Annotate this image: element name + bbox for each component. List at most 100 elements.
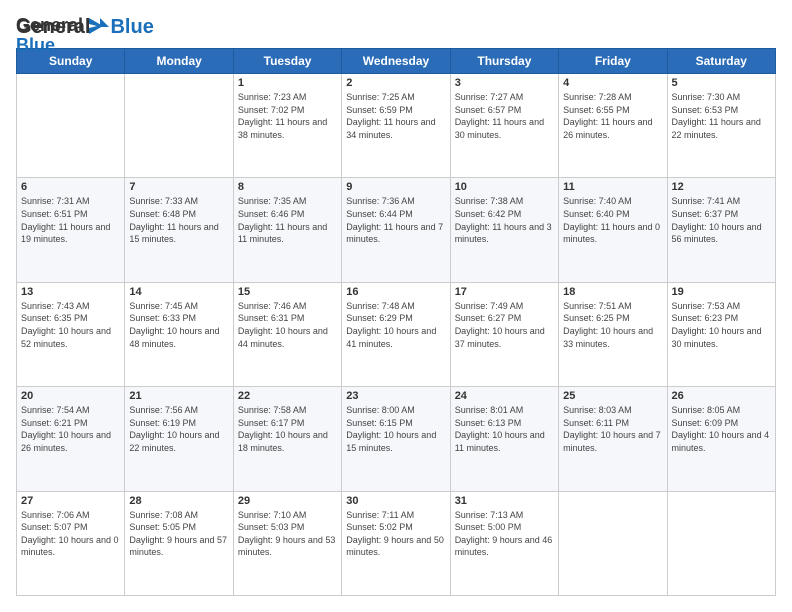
- day-number: 17: [455, 286, 554, 298]
- cell-content: Sunrise: 7:51 AM Sunset: 6:25 PM Dayligh…: [563, 300, 662, 350]
- calendar-cell: 31Sunrise: 7:13 AM Sunset: 5:00 PM Dayli…: [450, 491, 558, 595]
- day-number: 13: [21, 286, 120, 298]
- calendar-cell: 20Sunrise: 7:54 AM Sunset: 6:21 PM Dayli…: [17, 387, 125, 491]
- cell-content: Sunrise: 7:11 AM Sunset: 5:02 PM Dayligh…: [346, 509, 445, 559]
- calendar-cell: 15 Sunrise: 7:46 AM Sunset: 6:31 PM Dayli…: [233, 282, 341, 386]
- weekday-header-tuesday: Tuesday: [233, 49, 341, 74]
- day-number: 16: [346, 286, 445, 298]
- day-number: 2: [346, 77, 445, 89]
- calendar-cell: 30 Sunrise: 7:11 AM Sunset: 5:02 PM Dayli…: [342, 491, 450, 595]
- calendar-cell: 24Sunrise: 8:01 AM Sunset: 6:13 PM Dayli…: [450, 387, 558, 491]
- day-number: 24: [455, 390, 554, 402]
- page: General Blue General Blue SundayMondayTu…: [0, 0, 792, 612]
- weekday-header-wednesday: Wednesday: [342, 49, 450, 74]
- weekday-header-monday: Monday: [125, 49, 233, 74]
- cell-content: Sunrise: 7:30 AM Sunset: 6:53 PM Dayligh…: [672, 91, 771, 141]
- cell-content: Sunrise: 7:27 AM Sunset: 6:57 PM Dayligh…: [455, 91, 554, 141]
- cell-content: Sunrise: 7:54 AM Sunset: 6:21 PM Dayligh…: [21, 404, 120, 454]
- cell-content: Sunrise: 7:43 AM Sunset: 6:35 PM Dayligh…: [21, 300, 120, 350]
- week-row-4: 20Sunrise: 7:54 AM Sunset: 6:21 PM Dayli…: [17, 387, 776, 491]
- day-number: 8: [238, 181, 337, 193]
- logo-arrow-icon: [85, 16, 105, 36]
- calendar-table: SundayMondayTuesdayWednesdayThursdayFrid…: [16, 48, 776, 596]
- day-number: 1: [238, 77, 337, 89]
- calendar-cell: 27 Sunrise: 7:06 AM Sunset: 5:07 PM Dayli…: [17, 491, 125, 595]
- calendar-cell: 2 Sunrise: 7:25 AM Sunset: 6:59 PM Daylig…: [342, 74, 450, 178]
- day-number: 11: [563, 181, 662, 193]
- cell-content: Sunrise: 8:05 AM Sunset: 6:09 PM Dayligh…: [672, 404, 771, 454]
- calendar-cell: 23 Sunrise: 8:00 AM Sunset: 6:15 PM Dayli…: [342, 387, 450, 491]
- cell-content: Sunrise: 8:00 AM Sunset: 6:15 PM Dayligh…: [346, 404, 445, 454]
- calendar-cell: 22Sunrise: 7:58 AM Sunset: 6:17 PM Dayli…: [233, 387, 341, 491]
- weekday-header-saturday: Saturday: [667, 49, 775, 74]
- cell-content: Sunrise: 7:25 AM Sunset: 6:59 PM Dayligh…: [346, 91, 445, 141]
- calendar-cell: 7Sunrise: 7:33 AM Sunset: 6:48 PM Daylig…: [125, 178, 233, 282]
- day-number: 7: [129, 181, 228, 193]
- day-number: 15: [238, 286, 337, 298]
- cell-content: Sunrise: 7:41 AM Sunset: 6:37 PM Dayligh…: [672, 195, 771, 245]
- cell-content: Sunrise: 7:46 AM Sunset: 6:31 PM Dayligh…: [238, 300, 337, 350]
- logo-blue-text: Blue: [16, 36, 105, 56]
- calendar-cell: 9 Sunrise: 7:36 AM Sunset: 6:44 PM Daylig…: [342, 178, 450, 282]
- calendar-cell: 10 Sunrise: 7:38 AM Sunset: 6:42 PM Dayli…: [450, 178, 558, 282]
- weekday-header-friday: Friday: [559, 49, 667, 74]
- calendar-cell: [125, 74, 233, 178]
- day-number: 9: [346, 181, 445, 193]
- calendar-cell: 21Sunrise: 7:56 AM Sunset: 6:19 PM Dayli…: [125, 387, 233, 491]
- day-number: 4: [563, 77, 662, 89]
- calendar-cell: 17Sunrise: 7:49 AM Sunset: 6:27 PM Dayli…: [450, 282, 558, 386]
- logo-overlay: General Blue: [16, 16, 105, 56]
- day-number: 5: [672, 77, 771, 89]
- calendar-cell: 8 Sunrise: 7:35 AM Sunset: 6:46 PM Daylig…: [233, 178, 341, 282]
- cell-content: Sunrise: 7:35 AM Sunset: 6:46 PM Dayligh…: [238, 195, 337, 245]
- calendar-cell: 12 Sunrise: 7:41 AM Sunset: 6:37 PM Dayli…: [667, 178, 775, 282]
- cell-content: Sunrise: 7:31 AM Sunset: 6:51 PM Dayligh…: [21, 195, 120, 245]
- cell-content: Sunrise: 7:53 AM Sunset: 6:23 PM Dayligh…: [672, 300, 771, 350]
- day-number: 14: [129, 286, 228, 298]
- cell-content: Sunrise: 7:06 AM Sunset: 5:07 PM Dayligh…: [21, 509, 120, 559]
- logo-general-text: General: [16, 16, 83, 36]
- week-row-2: 6Sunrise: 7:31 AM Sunset: 6:51 PM Daylig…: [17, 178, 776, 282]
- day-number: 19: [672, 286, 771, 298]
- calendar-cell: [559, 491, 667, 595]
- calendar-cell: 16 Sunrise: 7:48 AM Sunset: 6:29 PM Dayli…: [342, 282, 450, 386]
- calendar-cell: 5 Sunrise: 7:30 AM Sunset: 6:53 PM Daylig…: [667, 74, 775, 178]
- calendar-cell: 11 Sunrise: 7:40 AM Sunset: 6:40 PM Dayli…: [559, 178, 667, 282]
- cell-content: Sunrise: 7:56 AM Sunset: 6:19 PM Dayligh…: [129, 404, 228, 454]
- cell-content: Sunrise: 7:28 AM Sunset: 6:55 PM Dayligh…: [563, 91, 662, 141]
- header: General Blue General Blue: [16, 16, 776, 38]
- calendar-cell: 19 Sunrise: 7:53 AM Sunset: 6:23 PM Dayli…: [667, 282, 775, 386]
- day-number: 23: [346, 390, 445, 402]
- calendar-cell: 14 Sunrise: 7:45 AM Sunset: 6:33 PM Dayli…: [125, 282, 233, 386]
- cell-content: Sunrise: 7:36 AM Sunset: 6:44 PM Dayligh…: [346, 195, 445, 245]
- day-number: 28: [129, 495, 228, 507]
- cell-content: Sunrise: 7:23 AM Sunset: 7:02 PM Dayligh…: [238, 91, 337, 141]
- week-row-1: 1 Sunrise: 7:23 AM Sunset: 7:02 PM Daylig…: [17, 74, 776, 178]
- calendar-cell: [17, 74, 125, 178]
- weekday-header-row: SundayMondayTuesdayWednesdayThursdayFrid…: [17, 49, 776, 74]
- calendar-cell: 28Sunrise: 7:08 AM Sunset: 5:05 PM Dayli…: [125, 491, 233, 595]
- day-number: 30: [346, 495, 445, 507]
- day-number: 18: [563, 286, 662, 298]
- day-number: 27: [21, 495, 120, 507]
- day-number: 10: [455, 181, 554, 193]
- calendar-cell: 25Sunrise: 8:03 AM Sunset: 6:11 PM Dayli…: [559, 387, 667, 491]
- day-number: 29: [238, 495, 337, 507]
- day-number: 31: [455, 495, 554, 507]
- cell-content: Sunrise: 7:40 AM Sunset: 6:40 PM Dayligh…: [563, 195, 662, 245]
- cell-content: Sunrise: 7:58 AM Sunset: 6:17 PM Dayligh…: [238, 404, 337, 454]
- cell-content: Sunrise: 7:48 AM Sunset: 6:29 PM Dayligh…: [346, 300, 445, 350]
- calendar-cell: 6Sunrise: 7:31 AM Sunset: 6:51 PM Daylig…: [17, 178, 125, 282]
- calendar-cell: [667, 491, 775, 595]
- cell-content: Sunrise: 7:45 AM Sunset: 6:33 PM Dayligh…: [129, 300, 228, 350]
- week-row-3: 13 Sunrise: 7:43 AM Sunset: 6:35 PM Dayli…: [17, 282, 776, 386]
- weekday-header-thursday: Thursday: [450, 49, 558, 74]
- calendar-cell: 18 Sunrise: 7:51 AM Sunset: 6:25 PM Dayli…: [559, 282, 667, 386]
- cell-content: Sunrise: 7:38 AM Sunset: 6:42 PM Dayligh…: [455, 195, 554, 245]
- day-number: 12: [672, 181, 771, 193]
- logo-text-block: General Blue: [16, 16, 105, 56]
- logo-general-line: General: [16, 16, 105, 36]
- day-number: 26: [672, 390, 771, 402]
- logo-blue: Blue: [110, 16, 153, 38]
- day-number: 3: [455, 77, 554, 89]
